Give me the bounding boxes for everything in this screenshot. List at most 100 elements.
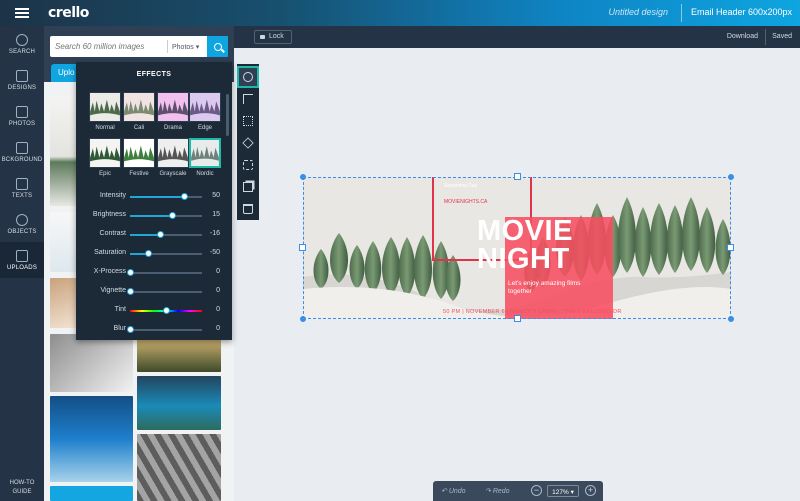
zoom-in-button[interactable]: + — [585, 485, 596, 496]
sidebar-item-background[interactable]: BCKGROUND — [0, 134, 44, 170]
delete-tool-button[interactable] — [237, 198, 259, 220]
slider-value: 15 — [212, 211, 220, 218]
upload-thumbnail[interactable] — [50, 334, 133, 392]
resize-handle-top[interactable] — [514, 173, 521, 180]
crop-tool-button[interactable] — [237, 88, 259, 110]
crop-icon — [243, 94, 253, 104]
scrollbar[interactable] — [226, 94, 229, 136]
format-label[interactable]: Email Header 600x200px — [691, 7, 792, 17]
effect-preset-festive[interactable] — [123, 138, 155, 168]
resize-handle-left[interactable] — [299, 244, 306, 251]
howto-guide-link[interactable]: HOW-TO GUIDE — [0, 475, 44, 501]
redo-button[interactable]: ↷ Redo — [485, 487, 510, 495]
effect-preset-grayscale[interactable] — [157, 138, 189, 168]
sidebar-item-uploads[interactable]: UPLOADS — [0, 242, 44, 278]
slider-track[interactable] — [130, 193, 202, 200]
effect-preset-drama[interactable] — [157, 92, 189, 122]
layers-tool-button[interactable] — [237, 132, 259, 154]
slider-track[interactable] — [127, 288, 202, 295]
saved-status: Saved — [772, 33, 792, 40]
slider-label: Contrast — [99, 230, 126, 237]
logo: crello — [48, 5, 89, 21]
small-top-text: Streaming Day — [444, 183, 478, 189]
transparency-tool-button[interactable] — [237, 110, 259, 132]
slider-track[interactable] — [130, 307, 202, 314]
slider-thumb[interactable] — [145, 250, 152, 257]
zoom-dropdown[interactable]: 127% ▾ — [547, 485, 579, 497]
slider-track[interactable] — [127, 326, 202, 333]
leaf-shape — [650, 203, 668, 275]
resize-handle-bottom-left[interactable] — [300, 316, 306, 322]
sidebar-item-designs[interactable]: DESIGNS — [0, 62, 44, 98]
effect-preset-nordic[interactable] — [189, 138, 221, 168]
slider-label: Brightness — [92, 211, 126, 218]
effect-preset-epic[interactable] — [89, 138, 121, 168]
chevron-down-icon: ▾ — [570, 489, 574, 496]
resize-handle-bottom[interactable] — [514, 315, 521, 322]
slider-thumb[interactable] — [127, 269, 134, 276]
slider-thumb[interactable] — [127, 288, 134, 295]
search-input[interactable] — [55, 42, 167, 51]
sidebar-item-label: DESIGNS — [7, 84, 37, 91]
search-button[interactable] — [207, 36, 228, 57]
upload-thumbnail[interactable] — [137, 434, 221, 501]
upload-thumbnail[interactable] — [50, 486, 133, 501]
duplicate-tool-button[interactable] — [237, 176, 259, 198]
slider-track[interactable] — [130, 212, 202, 219]
slider-fill — [130, 215, 172, 217]
slider-value: 50 — [212, 192, 220, 199]
download-button[interactable]: Download — [727, 33, 758, 40]
tagline-text: Let's enjoy amazing films together — [508, 280, 581, 295]
resize-handle-right[interactable] — [727, 244, 734, 251]
sidebar-item-objects[interactable]: OBJECTS — [0, 206, 44, 242]
effect-preset-normal[interactable] — [89, 92, 121, 122]
trash-icon — [243, 204, 253, 214]
leaf-shape — [634, 207, 652, 277]
photos-icon — [16, 105, 28, 118]
undo-button[interactable]: ↶ Undo — [441, 487, 466, 495]
design-name[interactable]: Untitled design — [608, 7, 668, 17]
redo-icon: ↷ — [485, 488, 491, 495]
sidebar-item-photos[interactable]: PHOTOS — [0, 98, 44, 134]
slider-thumb[interactable] — [157, 231, 165, 238]
resize-handle-bottom-right[interactable] — [728, 316, 734, 322]
preset-thumbnail — [158, 93, 188, 121]
sidebar-item-search[interactable]: SEARCH — [0, 26, 44, 62]
slider-fill — [130, 196, 184, 198]
title-line-2: NIGHT — [477, 243, 570, 275]
slider-thumb[interactable] — [163, 307, 170, 314]
upload-thumbnail[interactable] — [50, 396, 133, 482]
design-canvas[interactable]: Streaming Day MOVIENIGHTS.CA MOVIE NIGHT… — [303, 177, 731, 319]
slider-value: 0 — [216, 306, 220, 313]
objects-icon — [16, 213, 28, 226]
upload-thumbnail[interactable] — [137, 376, 221, 430]
slider-row-xprocess: X-Process 0 — [76, 266, 232, 280]
resize-handle-top-right[interactable] — [728, 174, 734, 180]
leaf-shape — [666, 205, 684, 273]
menu-icon[interactable] — [0, 0, 44, 26]
background-icon — [16, 141, 28, 154]
search-type-dropdown[interactable]: Photos ▾ — [172, 43, 206, 51]
slider-thumb[interactable] — [127, 326, 134, 333]
slider-track[interactable] — [130, 250, 202, 257]
flip-tool-button[interactable] — [237, 154, 259, 176]
slider-track[interactable] — [127, 269, 202, 276]
effect-preset-label: Festive — [129, 171, 149, 177]
resize-handle-top-left[interactable] — [300, 174, 306, 180]
sidebar-item-texts[interactable]: TEXTS — [0, 170, 44, 206]
slider-track[interactable] — [130, 231, 202, 238]
lock-button[interactable]: Lock — [254, 30, 292, 44]
slider-thumb[interactable] — [168, 212, 176, 219]
filters-tool-button[interactable] — [237, 66, 259, 88]
zoom-value: 127% — [552, 489, 569, 496]
divider — [681, 4, 682, 22]
zoom-out-button[interactable]: − — [531, 485, 542, 496]
slider-thumb[interactable] — [181, 193, 188, 200]
effect-preset-cali[interactable] — [123, 92, 155, 122]
preset-thumbnail — [191, 140, 219, 166]
effect-preset-edge[interactable] — [189, 92, 221, 122]
image-tool-strip — [237, 64, 259, 220]
slider-value: 0 — [216, 325, 220, 332]
sidebar-item-label: TEXTS — [11, 192, 33, 199]
slider-label: Blur — [113, 325, 126, 332]
